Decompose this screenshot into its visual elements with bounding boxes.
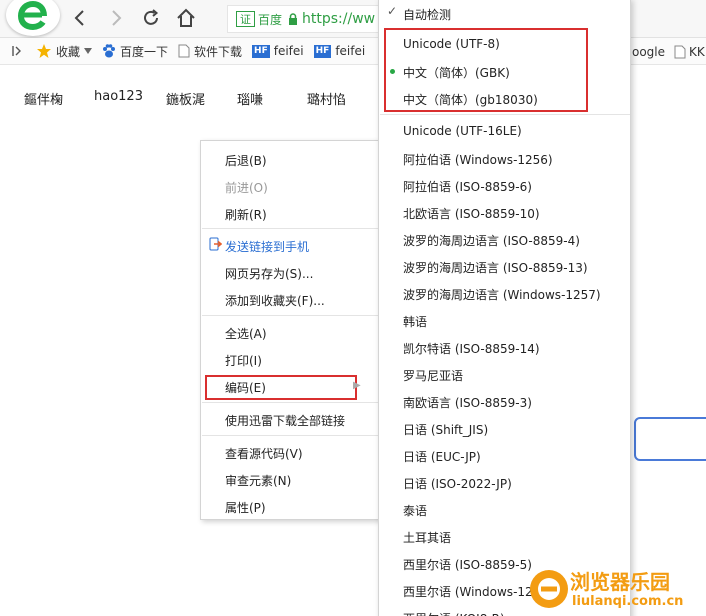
encoding-item[interactable]: 中文（简体）(GBK) (403, 64, 510, 81)
menu-item-forward[interactable]: 前进(O) (225, 179, 268, 196)
menu-divider (202, 228, 379, 229)
check-icon: ✓ (387, 4, 398, 18)
arrow-left-icon (74, 10, 84, 26)
home-icon (177, 8, 195, 27)
bookmark-label: feifei (273, 44, 304, 58)
page-link[interactable]: 璐村惂 (307, 89, 346, 108)
encoding-item[interactable]: 泰语 (403, 502, 427, 519)
encoding-submenu: ✓ 自动检测 Unicode (UTF-8) 中文（简体）(GBK) 中文（简体）(… (378, 0, 631, 616)
bookmark-label: 软件下载 (194, 44, 243, 59)
chevron-down-icon (84, 48, 93, 54)
menu-item-back[interactable]: 后退(B) (225, 152, 267, 169)
star-icon (37, 44, 51, 58)
menu-item-view-source[interactable]: 查看源代码(V) (225, 445, 303, 462)
menu-item-encoding[interactable]: 编码(E) (225, 379, 266, 396)
bookmark-label: feifei (335, 44, 366, 58)
bookmark-baidu[interactable]: 百度一下 (102, 43, 168, 60)
bookmark-software[interactable]: 软件下载 (178, 43, 242, 60)
bookmark-label: 百度一下 (120, 44, 169, 59)
menu-item-properties[interactable]: 属性(P) (225, 499, 266, 516)
encoding-item[interactable]: 日语 (Shift_JIS) (403, 421, 488, 438)
menu-item-inspect[interactable]: 审查元素(N) (225, 472, 291, 489)
encoding-item[interactable]: 日语 (EUC-JP) (403, 448, 481, 465)
selected-dot-icon (390, 69, 395, 74)
back-button[interactable] (68, 6, 92, 30)
submenu-arrow-icon: ▶ (353, 380, 361, 391)
watermark-title: 浏览器乐园 (570, 570, 670, 594)
bookmark-feifei-1[interactable]: HF feifei (252, 44, 304, 58)
menu-divider (380, 114, 630, 115)
bookmark-label: KK (689, 44, 705, 59)
context-menu: 后退(B) 前进(O) 刷新(R) 发送链接到手机 网页另存为(S)... 添加… (200, 140, 380, 520)
refresh-icon (144, 9, 159, 25)
url-text: https://ww (302, 11, 376, 27)
menu-divider (202, 402, 379, 403)
sidebar-toggle[interactable] (12, 45, 22, 57)
menu-item-add-favorite[interactable]: 添加到收藏夹(F)... (225, 292, 325, 309)
hf-icon: HF (313, 44, 332, 58)
sidebar-toggle-icon (12, 46, 21, 56)
encoding-item[interactable]: Unicode (UTF-8) (403, 37, 500, 51)
encoding-item[interactable]: 南欧语言 (ISO-8859-3) (403, 394, 532, 411)
encoding-item[interactable]: 波罗的海周边语言 (ISO-8859-4) (403, 232, 580, 249)
address-bar[interactable]: 证 百度 https://ww (227, 5, 397, 33)
arrow-right-icon (112, 10, 122, 26)
encoding-item[interactable]: 罗马尼亚语 (403, 367, 463, 384)
page-link[interactable]: 瑙嗛 (237, 89, 263, 108)
encoding-item[interactable]: 日语 (ISO-2022-JP) (403, 475, 512, 492)
bookmark-google[interactable]: oogle (632, 38, 665, 65)
menu-item-select-all[interactable]: 全选(A) (225, 325, 267, 342)
encoding-item[interactable]: 阿拉伯语 (ISO-8859-6) (403, 178, 532, 195)
encoding-item[interactable]: 土耳其语 (403, 529, 451, 546)
hf-icon: HF (252, 44, 270, 58)
phone-send-icon (209, 237, 223, 254)
encoding-item[interactable]: 西里尔语 (ISO-8859-5) (403, 556, 532, 573)
encoding-item[interactable]: 韩语 (403, 313, 427, 330)
bookmark-label: 收藏 (56, 44, 81, 59)
menu-item-save-as[interactable]: 网页另存为(S)... (225, 265, 313, 282)
page-icon (674, 45, 686, 58)
encoding-item-auto[interactable]: 自动检测 (403, 6, 451, 23)
watermark-logo-icon (530, 570, 568, 608)
bookmark-label: oogle (632, 44, 666, 59)
home-button[interactable] (174, 6, 198, 30)
menu-item-send-to-phone[interactable]: 发送链接到手机 (225, 238, 309, 255)
refresh-button[interactable] (139, 6, 163, 30)
encoding-item[interactable]: 北欧语言 (ISO-8859-10) (403, 205, 540, 222)
encoding-item[interactable]: Unicode (UTF-16LE) (403, 124, 522, 138)
encoding-item[interactable]: 凯尔特语 (ISO-8859-14) (403, 340, 540, 357)
menu-item-print[interactable]: 打印(I) (225, 352, 262, 369)
encoding-item[interactable]: 波罗的海周边语言 (ISO-8859-13) (403, 259, 588, 276)
bookmark-feifei-2[interactable]: HF feifei (313, 44, 366, 58)
page-link[interactable]: 鍦板浘 (166, 89, 205, 108)
cert-badge: 证 (236, 11, 255, 27)
forward-button[interactable] (104, 6, 128, 30)
page-link[interactable]: hao123 (94, 89, 143, 104)
lock-icon (289, 13, 298, 25)
bookmark-favorites[interactable]: 收藏 (36, 43, 93, 60)
cert-name: 百度 (258, 12, 283, 27)
encoding-item[interactable]: 西里尔语 (KOI8-R) (403, 610, 505, 616)
encoding-item[interactable]: 阿拉伯语 (Windows-1256) (403, 151, 553, 168)
watermark: 浏览器乐园 liulanqi.com.cn (528, 566, 706, 616)
menu-item-refresh[interactable]: 刷新(R) (225, 206, 267, 223)
page-icon (178, 44, 190, 58)
menu-divider (202, 315, 379, 316)
page-link[interactable]: 鏂伴椈 (24, 89, 63, 108)
page-search-box[interactable] (634, 417, 706, 461)
page-nav-links: 鏂伴椈 hao123 鍦板浘 瑙嗛 璐村惂 (0, 89, 380, 108)
menu-item-download-all[interactable]: 使用迅雷下载全部链接 (225, 412, 345, 429)
bookmark-kk[interactable]: KK (674, 38, 705, 65)
encoding-item[interactable]: 中文（简体）(gb18030) (403, 91, 538, 108)
baidu-paw-icon (103, 44, 116, 58)
menu-divider (202, 435, 379, 436)
watermark-url: liulanqi.com.cn (572, 594, 684, 609)
encoding-item[interactable]: 波罗的海周边语言 (Windows-1257) (403, 286, 601, 303)
